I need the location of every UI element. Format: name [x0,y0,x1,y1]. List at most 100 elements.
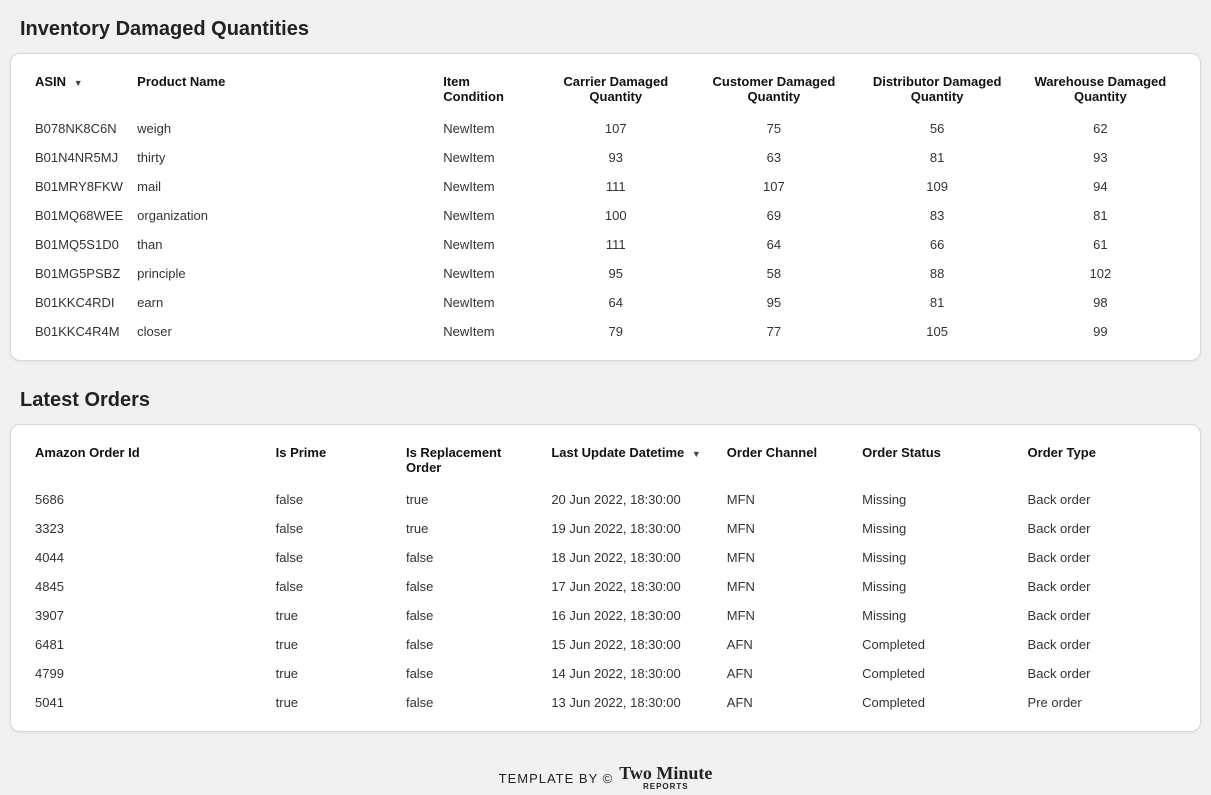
table-row[interactable]: B01KKC4R4McloserNewItem797710599 [29,317,1182,346]
table-row[interactable]: B01N4NR5MJthirtyNewItem93638193 [29,143,1182,172]
cell-distributor: 81 [856,288,1019,317]
cell-is-replacement: false [400,659,545,688]
cell-is-replacement: false [400,630,545,659]
cell-asin: B01MQ68WEE [29,201,131,230]
cell-warehouse: 99 [1019,317,1182,346]
cell-is-replacement: false [400,572,545,601]
cell-order-status: Missing [856,485,1021,514]
cell-last-update: 14 Jun 2022, 18:30:00 [545,659,720,688]
cell-warehouse: 61 [1019,230,1182,259]
cell-order-type: Back order [1022,659,1182,688]
cell-is-replacement: true [400,485,545,514]
cell-asin: B078NK8C6N [29,114,131,143]
col-order-status[interactable]: Order Status [856,437,1021,485]
table-row[interactable]: 3323falsetrue19 Jun 2022, 18:30:00MFNMis… [29,514,1182,543]
cell-is-replacement: false [400,543,545,572]
cell-distributor: 81 [856,143,1019,172]
table-row[interactable]: 6481truefalse15 Jun 2022, 18:30:00AFNCom… [29,630,1182,659]
col-last-update[interactable]: Last Update Datetime ▼ [545,437,720,485]
inventory-card: ASIN ▼ Product Name Item Condition Carri… [10,53,1201,361]
table-row[interactable]: B01MRY8FKWmailNewItem11110710994 [29,172,1182,201]
cell-is-prime: true [270,601,400,630]
cell-warehouse: 62 [1019,114,1182,143]
col-order-id[interactable]: Amazon Order Id [29,437,270,485]
cell-item-condition: NewItem [437,259,539,288]
col-is-prime[interactable]: Is Prime [270,437,400,485]
cell-carrier: 107 [539,114,692,143]
col-is-replacement[interactable]: Is Replacement Order [400,437,545,485]
cell-order-channel: MFN [721,572,856,601]
col-warehouse-damaged[interactable]: Warehouse Damaged Quantity [1019,66,1182,114]
col-customer-damaged[interactable]: Customer Damaged Quantity [692,66,855,114]
col-order-type[interactable]: Order Type [1022,437,1182,485]
table-row[interactable]: B01KKC4RDIearnNewItem64958198 [29,288,1182,317]
col-product-name[interactable]: Product Name [131,66,437,114]
cell-last-update: 17 Jun 2022, 18:30:00 [545,572,720,601]
cell-asin: B01MG5PSBZ [29,259,131,288]
cell-item-condition: NewItem [437,230,539,259]
cell-order-id: 4044 [29,543,270,572]
cell-carrier: 93 [539,143,692,172]
table-row[interactable]: 4044falsefalse18 Jun 2022, 18:30:00MFNMi… [29,543,1182,572]
cell-order-channel: MFN [721,514,856,543]
cell-last-update: 18 Jun 2022, 18:30:00 [545,543,720,572]
cell-product-name: earn [131,288,437,317]
cell-last-update: 20 Jun 2022, 18:30:00 [545,485,720,514]
table-row[interactable]: B078NK8C6NweighNewItem107755662 [29,114,1182,143]
table-row[interactable]: 4799truefalse14 Jun 2022, 18:30:00AFNCom… [29,659,1182,688]
cell-order-status: Completed [856,659,1021,688]
table-row[interactable]: B01MG5PSBZprincipleNewItem955888102 [29,259,1182,288]
orders-table: Amazon Order Id Is Prime Is Replacement … [29,437,1182,717]
orders-title: Latest Orders [20,389,1201,412]
cell-order-status: Completed [856,630,1021,659]
footer-logo: Two Minute REPORTS [619,766,712,791]
cell-last-update: 13 Jun 2022, 18:30:00 [545,688,720,717]
cell-order-status: Missing [856,572,1021,601]
table-row[interactable]: B01MQ68WEEorganizationNewItem100698381 [29,201,1182,230]
cell-customer: 77 [692,317,855,346]
cell-order-status: Completed [856,688,1021,717]
cell-item-condition: NewItem [437,143,539,172]
cell-customer: 63 [692,143,855,172]
table-row[interactable]: B01MQ5S1D0thanNewItem111646661 [29,230,1182,259]
cell-carrier: 64 [539,288,692,317]
cell-order-type: Back order [1022,543,1182,572]
cell-order-id: 5686 [29,485,270,514]
cell-customer: 95 [692,288,855,317]
col-asin[interactable]: ASIN ▼ [29,66,131,114]
cell-is-prime: false [270,485,400,514]
cell-carrier: 79 [539,317,692,346]
cell-is-prime: true [270,688,400,717]
cell-distributor: 56 [856,114,1019,143]
cell-is-prime: true [270,659,400,688]
cell-order-status: Missing [856,601,1021,630]
cell-carrier: 111 [539,230,692,259]
table-row[interactable]: 5686falsetrue20 Jun 2022, 18:30:00MFNMis… [29,485,1182,514]
cell-order-type: Back order [1022,485,1182,514]
table-row[interactable]: 5041truefalse13 Jun 2022, 18:30:00AFNCom… [29,688,1182,717]
cell-distributor: 66 [856,230,1019,259]
col-distributor-damaged[interactable]: Distributor Damaged Quantity [856,66,1019,114]
cell-customer: 58 [692,259,855,288]
cell-is-prime: false [270,572,400,601]
footer-text: TEMPLATE BY © [499,771,614,786]
table-row[interactable]: 3907truefalse16 Jun 2022, 18:30:00MFNMis… [29,601,1182,630]
cell-is-replacement: true [400,514,545,543]
cell-customer: 107 [692,172,855,201]
table-row[interactable]: 4845falsefalse17 Jun 2022, 18:30:00MFNMi… [29,572,1182,601]
sort-desc-icon: ▼ [74,78,83,88]
cell-asin: B01MRY8FKW [29,172,131,201]
table-header-row: ASIN ▼ Product Name Item Condition Carri… [29,66,1182,114]
col-order-channel[interactable]: Order Channel [721,437,856,485]
cell-order-id: 5041 [29,688,270,717]
cell-is-replacement: false [400,688,545,717]
cell-warehouse: 81 [1019,201,1182,230]
col-asin-label: ASIN [35,74,66,89]
cell-product-name: mail [131,172,437,201]
col-carrier-damaged[interactable]: Carrier Damaged Quantity [539,66,692,114]
col-item-condition[interactable]: Item Condition [437,66,539,114]
sort-desc-icon: ▼ [692,449,701,459]
orders-card: Amazon Order Id Is Prime Is Replacement … [10,424,1201,732]
cell-item-condition: NewItem [437,201,539,230]
cell-distributor: 88 [856,259,1019,288]
